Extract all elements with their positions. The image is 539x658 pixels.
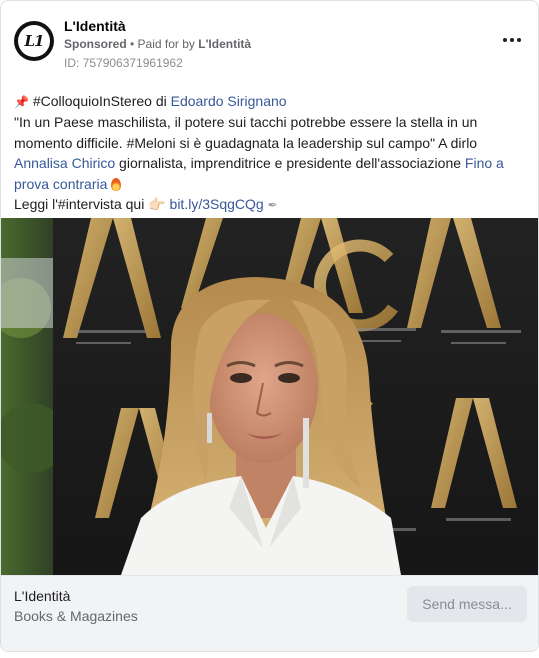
person-description: giornalista, imprenditrice e presidente … [115, 155, 465, 172]
post-header: L1 L'Identità Sponsored • Paid for by L'… [14, 18, 526, 74]
pen-icon: ✒ [267, 198, 278, 213]
author-link[interactable]: Edoardo Sirignano [171, 93, 287, 109]
footer-page-name[interactable]: L'Identità [14, 588, 70, 604]
portrait-photo [1, 218, 538, 575]
pushpin-icon: 📌 [14, 95, 29, 109]
ad-id: ID: 757906371961962 [64, 56, 183, 70]
avatar-logo: L1 [18, 25, 50, 57]
paid-for-prefix: Paid for by [137, 37, 199, 51]
read-prefix: Leggi l'#intervista qui [14, 196, 149, 213]
more-dot-icon [510, 38, 514, 42]
short-link[interactable]: bit.ly/3SqgCQg [170, 196, 264, 212]
post-meta: Sponsored • Paid for by L'Identità [64, 37, 251, 51]
hashtag-intro: #ColloquioInStereo di [28, 93, 171, 109]
page-avatar[interactable]: L1 [14, 21, 54, 61]
post-image[interactable] [1, 218, 538, 575]
fire-icon [111, 177, 122, 191]
more-dot-icon [503, 38, 507, 42]
post-body-text: 📌 #ColloquioInStereo di Edoardo Sirignan… [14, 91, 526, 215]
page-name[interactable]: L'Identità [64, 18, 126, 34]
person-link[interactable]: Annalisa Chirico [14, 155, 115, 171]
more-options-button[interactable] [500, 30, 524, 50]
more-dot-icon [517, 38, 521, 42]
paid-for-name: L'Identità [198, 37, 252, 51]
ad-footer: L'Identità Books & Magazines Send messa.… [1, 575, 538, 651]
ad-post-card: L1 L'Identità Sponsored • Paid for by L'… [0, 0, 539, 652]
meta-separator: • [126, 37, 138, 51]
footer-category: Books & Magazines [14, 608, 138, 624]
pointing-hand-icon: 👉🏻 [148, 196, 166, 213]
send-message-button[interactable]: Send messa... [407, 586, 527, 622]
sponsored-label: Sponsored [64, 37, 127, 51]
quote-text: "In un Paese maschilista, il potere sui … [14, 114, 478, 151]
